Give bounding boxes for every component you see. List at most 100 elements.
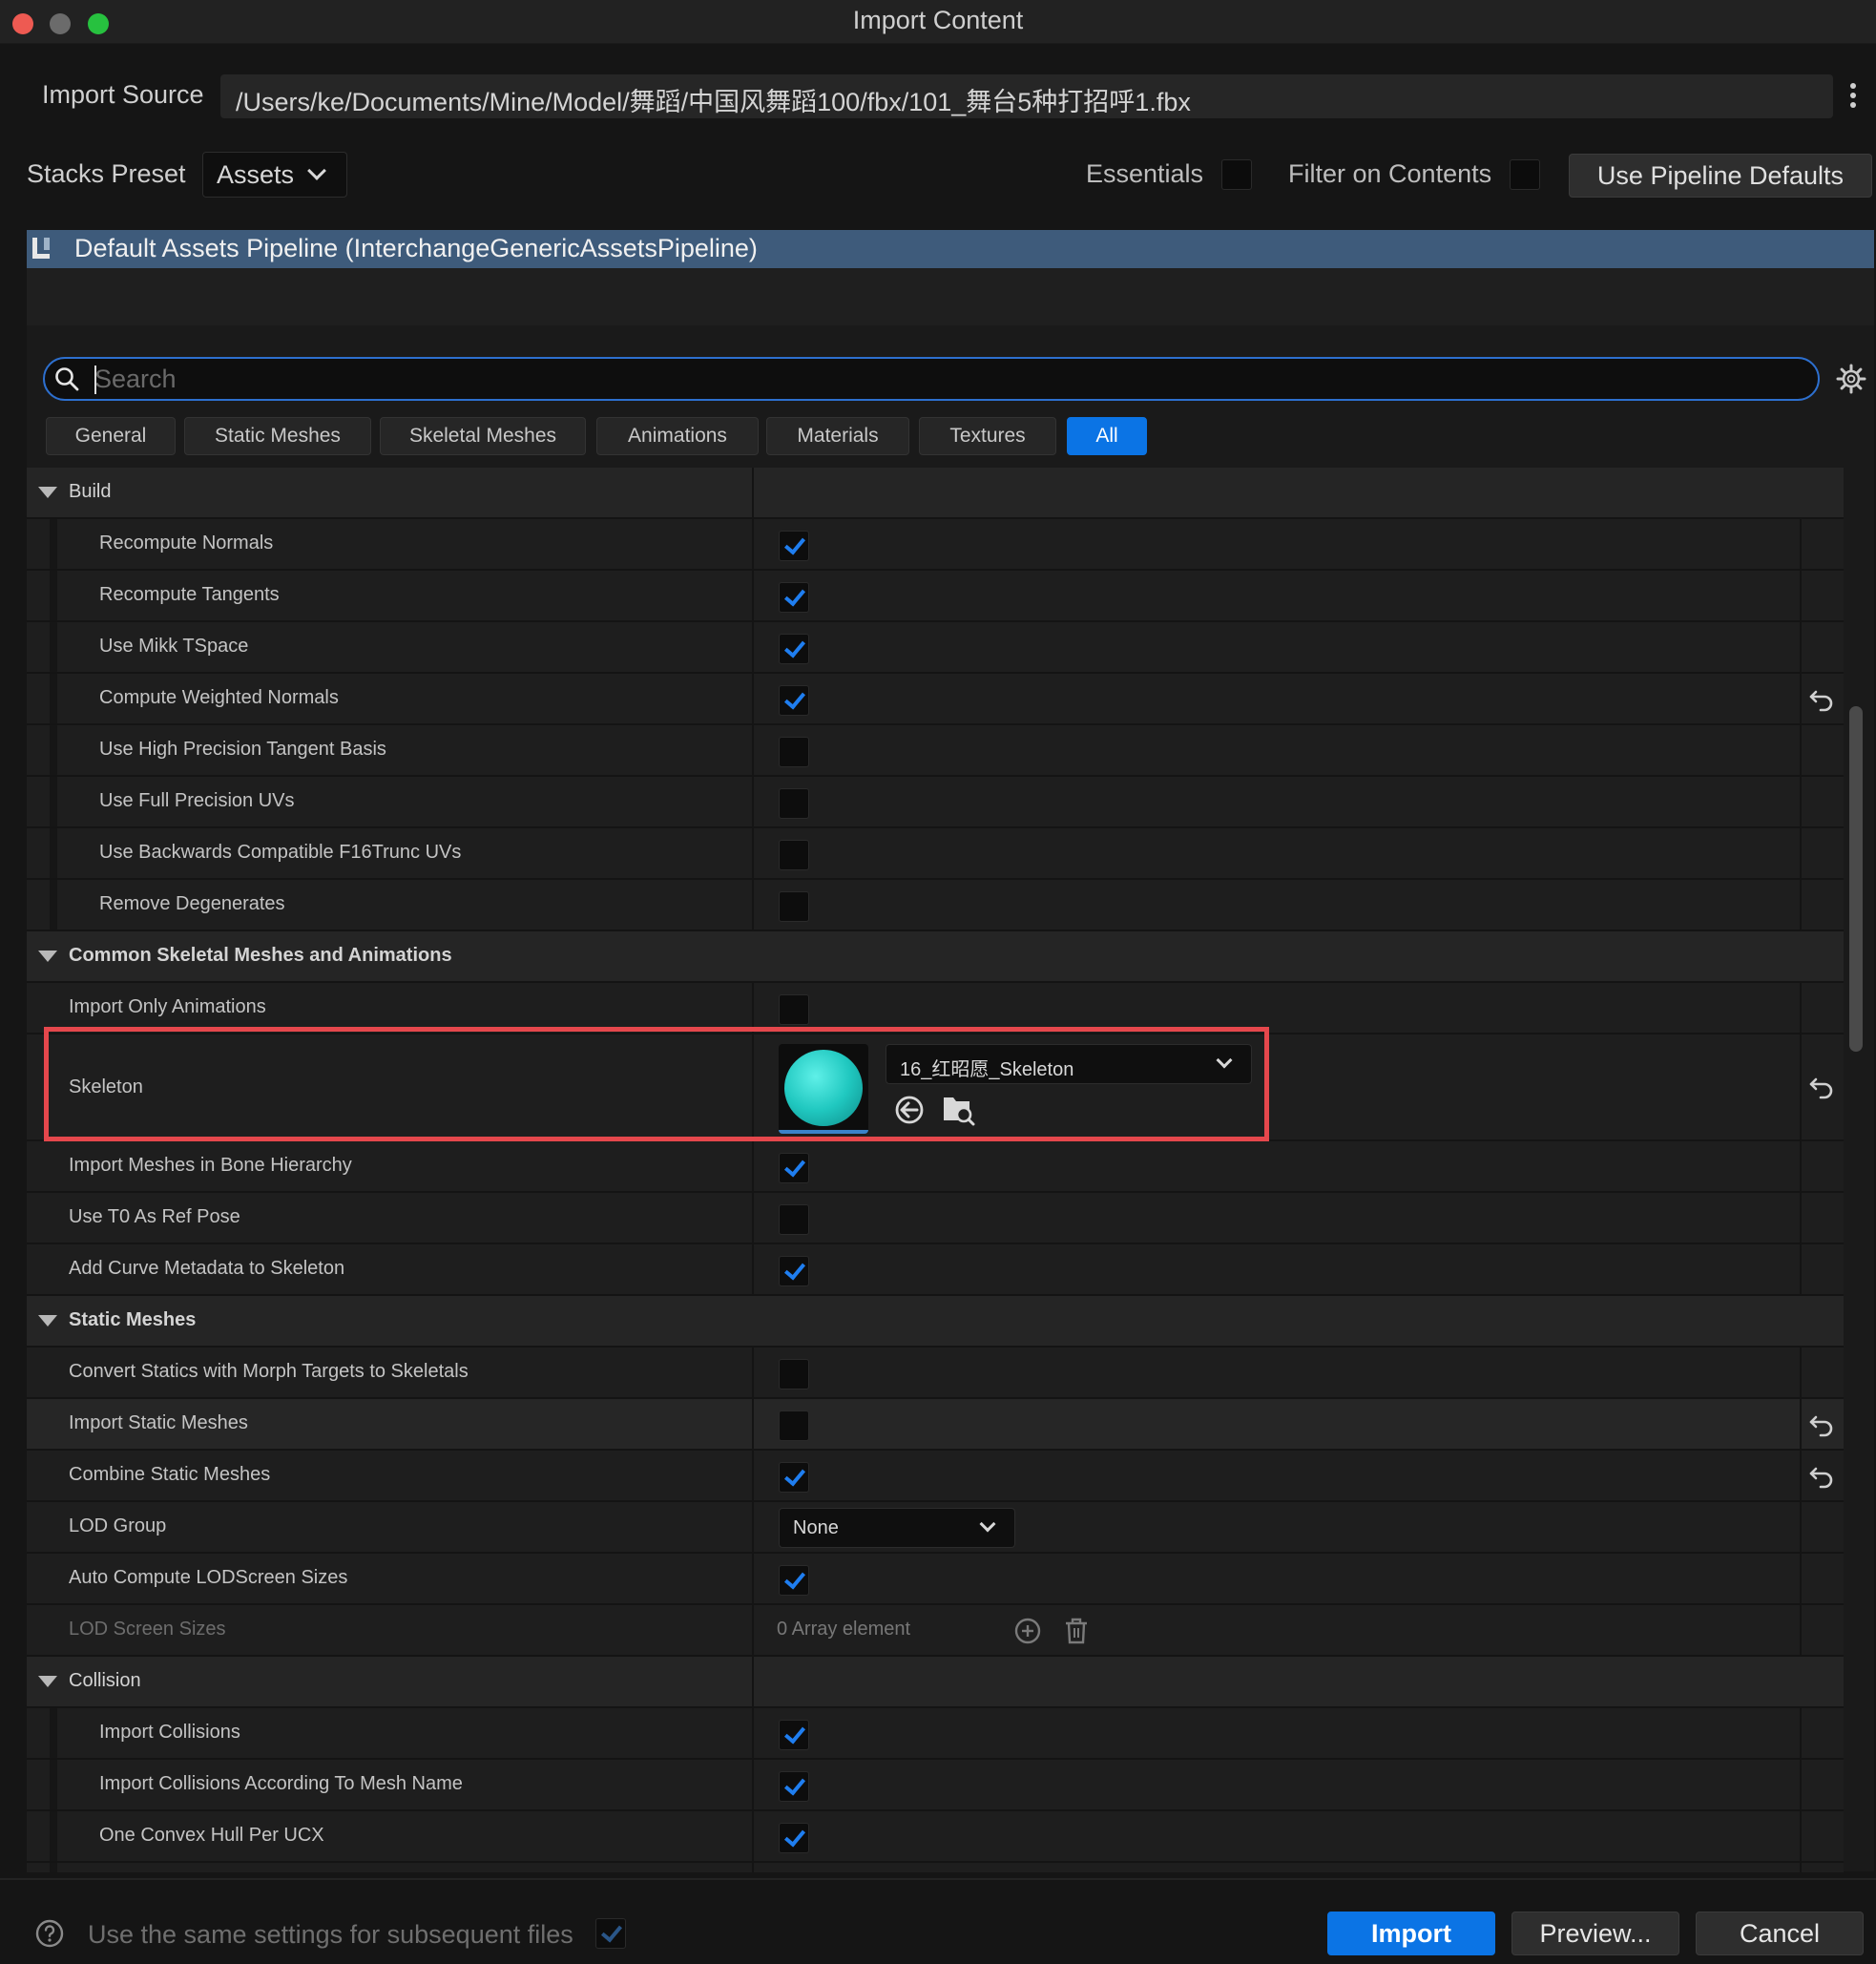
pipeline-icon: [32, 238, 50, 259]
chevron-down-icon: [307, 161, 326, 180]
property-label: Recompute Tangents: [99, 584, 280, 605]
import-collisions-by-mesh-name-checkbox[interactable]: [779, 1771, 809, 1802]
tab-all[interactable]: All: [1067, 417, 1147, 455]
category-collision[interactable]: Collision: [27, 1657, 1844, 1708]
import-source-label: Import Source: [42, 80, 204, 109]
property-row: Recompute Normals: [27, 519, 1844, 571]
chevron-down-icon: [979, 1515, 996, 1533]
convert-statics-with-morph-targets-checkbox[interactable]: [779, 1359, 809, 1389]
pipeline-body: [27, 268, 1874, 325]
skeleton-asset-picker[interactable]: 16_红昭愿_Skeleton: [886, 1044, 1252, 1084]
use-backwards-compatible-f16trunc-uvs-checkbox[interactable]: [779, 840, 809, 870]
category-build[interactable]: Build: [27, 468, 1844, 519]
filter-on-contents-checkbox[interactable]: [1510, 159, 1540, 190]
property-label: Skeleton: [69, 1076, 143, 1097]
property-row: Add Curve Metadata to Skeleton: [27, 1244, 1844, 1296]
import-button[interactable]: Import: [1327, 1912, 1495, 1955]
property-label: Use T0 As Ref Pose: [69, 1206, 240, 1227]
reset-to-default-icon[interactable]: [1807, 1462, 1836, 1491]
lod-group-dropdown[interactable]: None: [779, 1508, 1015, 1548]
property-row: LOD Screen Sizes 0 Array element: [27, 1605, 1844, 1657]
trash-icon[interactable]: [1063, 1617, 1090, 1645]
use-selected-asset-icon[interactable]: [893, 1094, 926, 1126]
property-label: Recompute Normals: [99, 533, 274, 554]
search-icon: [55, 367, 79, 391]
tab-materials[interactable]: Materials: [766, 417, 909, 455]
property-label: Use Full Precision UVs: [99, 790, 295, 811]
property-label: Convert Statics with Morph Targets to Sk…: [69, 1361, 469, 1382]
recompute-tangents-checkbox[interactable]: [779, 582, 809, 613]
same-settings-label: Use the same settings for subsequent fil…: [88, 1920, 573, 1949]
category-common-skeletal-meshes[interactable]: Common Skeletal Meshes and Animations: [27, 931, 1844, 983]
property-row: Use Mikk TSpace: [27, 622, 1844, 674]
pipeline-header[interactable]: Default Assets Pipeline (InterchangeGene…: [27, 230, 1874, 268]
stacks-preset-label: Stacks Preset: [27, 159, 186, 188]
cancel-button[interactable]: Cancel: [1696, 1912, 1864, 1955]
recompute-normals-checkbox[interactable]: [779, 531, 809, 561]
skeleton-row: Skeleton 16_红昭愿_Skeleton: [27, 1034, 1844, 1141]
stacks-preset-dropdown[interactable]: Assets: [202, 152, 347, 198]
search-input[interactable]: [94, 363, 1803, 395]
one-convex-hull-per-ucx-checkbox[interactable]: [779, 1823, 809, 1853]
property-label: Import Collisions According To Mesh Name: [99, 1773, 463, 1794]
help-icon[interactable]: [34, 1918, 65, 1949]
use-mikk-tspace-checkbox[interactable]: [779, 634, 809, 664]
reset-to-default-icon[interactable]: [1807, 1410, 1836, 1439]
property-list: Build Recompute Normals Recompute Tangen…: [27, 468, 1844, 1872]
import-collisions-checkbox[interactable]: [779, 1720, 809, 1750]
import-meshes-in-bone-hierarchy-checkbox[interactable]: [779, 1153, 809, 1183]
tab-textures[interactable]: Textures: [919, 417, 1056, 455]
use-t0-as-ref-pose-checkbox[interactable]: [779, 1204, 809, 1235]
essentials-checkbox[interactable]: [1221, 159, 1252, 190]
property-label: Import Static Meshes: [69, 1412, 248, 1433]
add-element-icon[interactable]: [1013, 1617, 1042, 1645]
tab-general[interactable]: General: [46, 417, 176, 455]
stacks-preset-value: Assets: [217, 160, 295, 189]
preview-button[interactable]: Preview...: [1511, 1912, 1679, 1955]
property-label: Combine Static Meshes: [69, 1464, 271, 1485]
property-row: Auto Compute LODScreen Sizes: [27, 1554, 1844, 1605]
use-high-precision-tangent-basis-checkbox[interactable]: [779, 737, 809, 767]
add-curve-metadata-checkbox[interactable]: [779, 1256, 809, 1286]
property-label: One Convex Hull Per UCX: [99, 1825, 324, 1846]
collapse-arrow-icon[interactable]: [38, 487, 57, 498]
tab-skeletal-meshes[interactable]: Skeletal Meshes: [380, 417, 586, 455]
property-row: Import Collisions: [27, 1708, 1844, 1760]
collapse-arrow-icon[interactable]: [38, 1676, 57, 1687]
category-static-meshes[interactable]: Static Meshes: [27, 1296, 1844, 1348]
collapse-arrow-icon[interactable]: [38, 951, 57, 962]
browse-to-asset-icon[interactable]: [941, 1092, 975, 1126]
use-pipeline-defaults-button[interactable]: Use Pipeline Defaults: [1569, 154, 1872, 198]
import-static-meshes-checkbox[interactable]: [779, 1410, 809, 1441]
chevron-down-icon: [1216, 1052, 1233, 1069]
combine-static-meshes-checkbox[interactable]: [779, 1462, 809, 1493]
auto-compute-lod-screen-sizes-checkbox[interactable]: [779, 1565, 809, 1596]
property-row: Convert Statics with Morph Targets to Sk…: [27, 1348, 1844, 1399]
remove-degenerates-checkbox[interactable]: [779, 891, 809, 922]
compute-weighted-normals-checkbox[interactable]: [779, 685, 809, 716]
skeleton-thumbnail[interactable]: [779, 1044, 868, 1134]
tab-static-meshes[interactable]: Static Meshes: [184, 417, 371, 455]
array-count: 0 Array element: [777, 1619, 911, 1640]
property-label: LOD Group: [69, 1515, 167, 1536]
property-label: Compute Weighted Normals: [99, 687, 339, 708]
reset-to-default-icon[interactable]: [1807, 685, 1836, 714]
collapse-arrow-icon[interactable]: [38, 1315, 57, 1327]
property-row: Compute Weighted Normals: [27, 674, 1844, 725]
tab-animations[interactable]: Animations: [596, 417, 759, 455]
gear-icon[interactable]: [1836, 364, 1866, 394]
property-label: LOD Screen Sizes: [69, 1619, 226, 1640]
category-title: Static Meshes: [69, 1309, 197, 1330]
import-only-animations-checkbox[interactable]: [779, 994, 809, 1025]
scrollbar-thumb[interactable]: [1849, 706, 1863, 1052]
more-options-icon[interactable]: [1845, 80, 1861, 113]
property-row: Remove Degenerates: [27, 880, 1844, 931]
search-box[interactable]: [43, 357, 1820, 401]
import-source-field[interactable]: /Users/ke/Documents/Mine/Model/舞蹈/中国风舞蹈1…: [220, 74, 1833, 118]
property-label: Add Curve Metadata to Skeleton: [69, 1258, 345, 1279]
reset-to-default-icon[interactable]: [1807, 1073, 1836, 1101]
use-full-precision-uvs-checkbox[interactable]: [779, 788, 809, 819]
same-settings-checkbox[interactable]: [595, 1918, 626, 1949]
property-row: One Convex Hull Per UCX: [27, 1811, 1844, 1863]
property-label: Remove Degenerates: [99, 893, 285, 914]
